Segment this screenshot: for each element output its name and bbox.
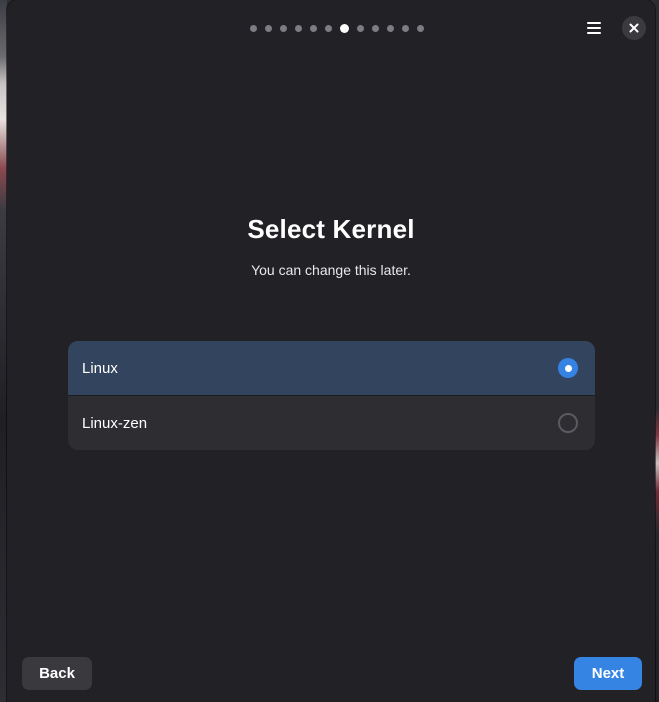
page-dot-12[interactable] (417, 25, 424, 32)
kernel-option-label: Linux-zen (82, 414, 148, 432)
desktop-background-right (655, 0, 659, 702)
page-dot-2[interactable] (265, 25, 272, 32)
page-dot-6[interactable] (325, 25, 332, 32)
page-dot-10[interactable] (387, 25, 394, 32)
close-button[interactable] (622, 16, 646, 40)
radio-unchecked-icon[interactable] (558, 413, 578, 433)
page-dot-5[interactable] (310, 25, 317, 32)
desktop-background-left (0, 0, 7, 702)
kernel-option-label: Linux (82, 359, 118, 377)
next-button[interactable]: Next (574, 657, 642, 690)
page-dot-11[interactable] (402, 25, 409, 32)
radio-checked-icon[interactable] (558, 358, 578, 378)
page-dot-1[interactable] (250, 25, 257, 32)
hamburger-menu-icon (587, 22, 601, 34)
back-button[interactable]: Back (22, 657, 92, 690)
page-dot-8[interactable] (357, 25, 364, 32)
page-dot-4[interactable] (295, 25, 302, 32)
kernel-option-list: Linux Linux-zen (68, 341, 595, 450)
kernel-option-linux[interactable]: Linux (68, 341, 595, 395)
page-dot-9[interactable] (372, 25, 379, 32)
kernel-option-linux-zen[interactable]: Linux-zen (68, 395, 595, 450)
installer-window: Select Kernel You can change this later.… (7, 0, 655, 702)
menu-button[interactable] (578, 14, 610, 42)
page-indicator (250, 24, 424, 33)
close-icon (629, 23, 639, 33)
page-dot-3[interactable] (280, 25, 287, 32)
page-dot-7-current[interactable] (340, 24, 349, 33)
page-title: Select Kernel (247, 214, 415, 244)
page-subtitle: You can change this later. (251, 262, 411, 278)
